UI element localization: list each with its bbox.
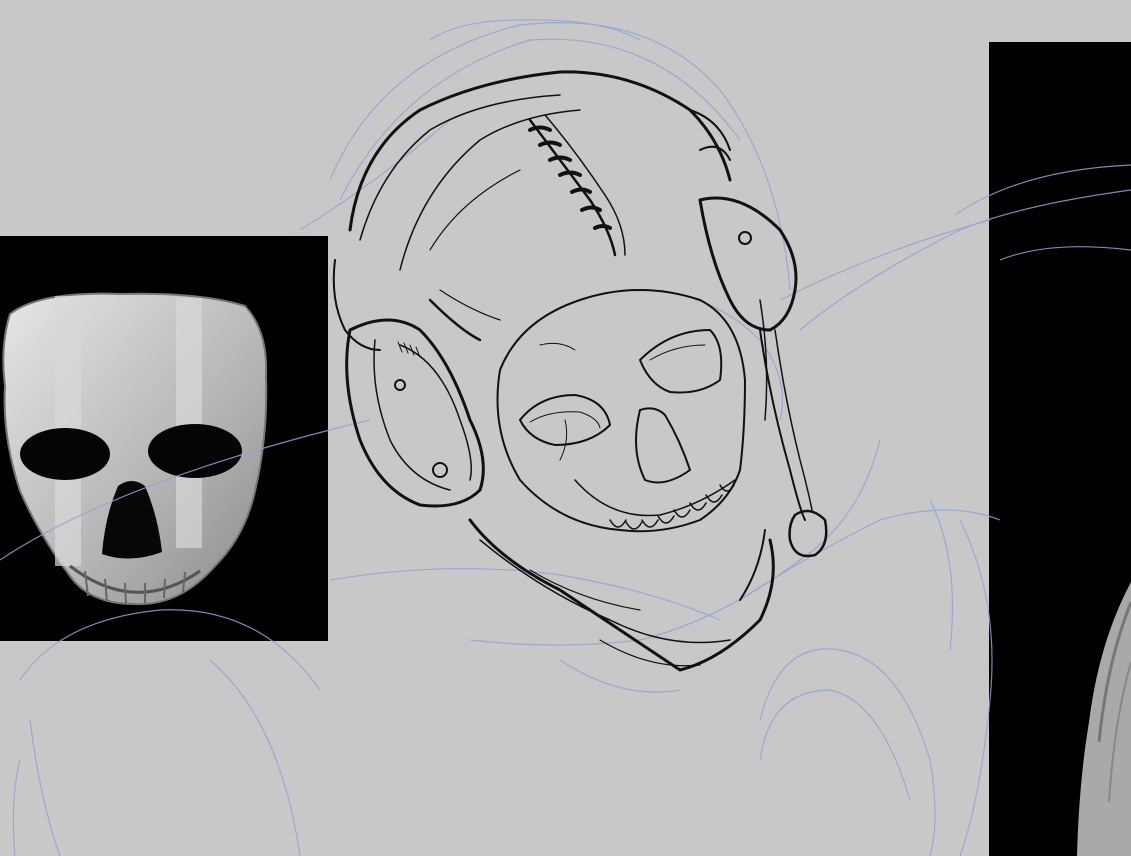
sketch-layer	[0, 19, 1131, 856]
drawing-canvas[interactable]	[0, 0, 1131, 856]
